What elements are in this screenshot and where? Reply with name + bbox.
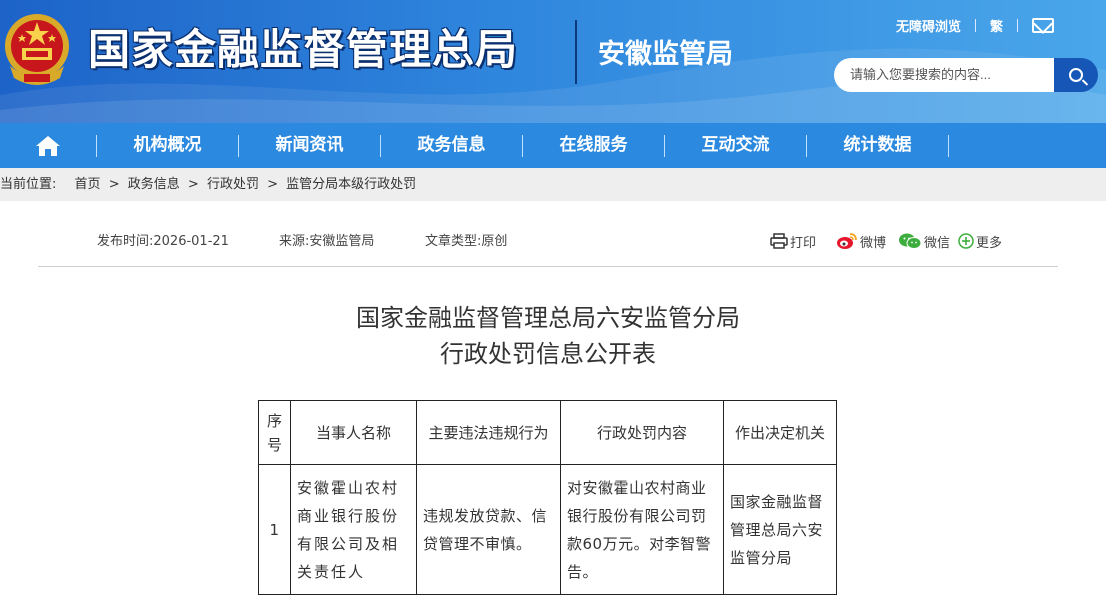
wechat-label: 微信 bbox=[924, 235, 951, 251]
more-share-button[interactable]: 更多 bbox=[958, 232, 1002, 251]
nav-item-institution[interactable]: 机构概况 bbox=[97, 123, 238, 168]
article-title-line2: 行政处罚信息公开表 bbox=[440, 340, 656, 368]
wechat-share-button[interactable]: 微信 bbox=[898, 232, 950, 251]
breadcrumb-home[interactable]: 首页 bbox=[75, 177, 101, 192]
bureau-subtitle[interactable]: 安徽监管局 bbox=[598, 32, 733, 71]
article-title-line1: 国家金融监督管理总局六安监管分局 bbox=[356, 304, 740, 332]
search-input[interactable] bbox=[834, 58, 1054, 92]
more-label: 更多 bbox=[976, 235, 1003, 251]
cell-authority: 国家金融监督管理总局六安监管分局 bbox=[723, 464, 837, 595]
site-header: 国家金融监督管理总局 安徽监管局 无障碍浏览 繁 bbox=[0, 0, 1106, 123]
breadcrumb-separator: > bbox=[108, 177, 120, 192]
link-divider bbox=[975, 18, 977, 32]
accessibility-link[interactable]: 无障碍浏览 bbox=[896, 16, 961, 35]
type-value: 原创 bbox=[481, 234, 508, 249]
cell-violation: 违规发放贷款、信贷管理不审慎。 bbox=[416, 464, 561, 595]
nav-home[interactable] bbox=[0, 123, 96, 168]
cell-penalty-content: 对安徽霍山农村商业银行股份有限公司罚款60万元。对李智警告。 bbox=[560, 464, 724, 595]
plus-circle-icon bbox=[958, 233, 974, 249]
weibo-icon bbox=[837, 233, 857, 249]
article-source: 来源:安徽监管局 bbox=[279, 232, 374, 252]
penalty-table: 序号 当事人名称 主要违法违规行为 行政处罚内容 作出决定机关 1 安徽霍山农村… bbox=[258, 400, 837, 595]
type-label: 文章类型: bbox=[425, 234, 482, 249]
header-index: 序号 bbox=[258, 400, 291, 465]
nav-item-statistics[interactable]: 统计数据 bbox=[807, 123, 948, 168]
breadcrumb-penalty[interactable]: 行政处罚 bbox=[207, 177, 259, 192]
nav-item-interaction[interactable]: 互动交流 bbox=[665, 123, 806, 168]
title-divider bbox=[575, 20, 577, 84]
meta-divider bbox=[38, 266, 1058, 267]
article-type: 文章类型:原创 bbox=[425, 232, 507, 252]
table-row: 1 安徽霍山农村商业银行股份有限公司及相关责任人 违规发放贷款、信贷管理不审慎。… bbox=[258, 464, 837, 595]
share-bar: 打印 微博 微信 更多 bbox=[758, 230, 1002, 252]
nav-item-online-service[interactable]: 在线服务 bbox=[523, 123, 664, 168]
breadcrumb-label: 当前位置: bbox=[0, 177, 57, 192]
cell-index: 1 bbox=[258, 464, 291, 595]
traditional-chinese-link[interactable]: 繁 bbox=[990, 16, 1003, 35]
header-party-name: 当事人名称 bbox=[290, 400, 417, 465]
breadcrumb-separator: > bbox=[267, 177, 278, 192]
print-label: 打印 bbox=[790, 235, 817, 251]
table-header-row: 序号 当事人名称 主要违法违规行为 行政处罚内容 作出决定机关 bbox=[258, 400, 837, 465]
breadcrumb-separator: > bbox=[187, 177, 199, 192]
print-button[interactable]: 打印 bbox=[770, 232, 816, 251]
header-penalty-content: 行政处罚内容 bbox=[560, 400, 724, 465]
publish-date-value: 2026-01-21 bbox=[153, 234, 229, 249]
header-authority: 作出决定机关 bbox=[723, 400, 837, 465]
publish-date: 发布时间:2026-01-21 bbox=[97, 232, 229, 252]
search-button[interactable] bbox=[1054, 58, 1098, 92]
mail-icon[interactable] bbox=[1032, 17, 1055, 33]
cell-party-name: 安徽霍山农村商业银行股份有限公司及相关责任人 bbox=[290, 464, 417, 595]
printer-icon bbox=[770, 233, 788, 249]
top-links: 无障碍浏览 繁 bbox=[896, 14, 1055, 36]
breadcrumb-current[interactable]: 监管分局本级行政处罚 bbox=[286, 177, 416, 192]
nav-item-news[interactable]: 新闻资讯 bbox=[239, 123, 380, 168]
link-divider bbox=[1017, 18, 1019, 32]
source-label: 来源: bbox=[279, 234, 310, 249]
home-icon bbox=[36, 135, 60, 156]
weibo-share-button[interactable]: 微博 bbox=[836, 232, 886, 251]
search-icon bbox=[1069, 68, 1083, 82]
site-title[interactable]: 国家金融监督管理总局 bbox=[88, 22, 518, 78]
nav-item-government-info[interactable]: 政务信息 bbox=[381, 123, 522, 168]
header-violation: 主要违法违规行为 bbox=[416, 400, 561, 465]
publish-date-label: 发布时间: bbox=[97, 234, 154, 249]
wechat-icon bbox=[899, 233, 922, 249]
breadcrumb: 当前位置: 首页 > 政务信息 > 行政处罚 > 监管分局本级行政处罚 bbox=[0, 168, 1106, 201]
source-value: 安徽监管局 bbox=[309, 234, 375, 249]
national-emblem-icon bbox=[5, 14, 69, 85]
weibo-label: 微博 bbox=[860, 235, 887, 251]
breadcrumb-government-info[interactable]: 政务信息 bbox=[128, 177, 180, 192]
main-nav: 机构概况 新闻资讯 政务信息 在线服务 互动交流 统计数据 bbox=[0, 123, 1106, 168]
nav-divider bbox=[948, 134, 949, 157]
